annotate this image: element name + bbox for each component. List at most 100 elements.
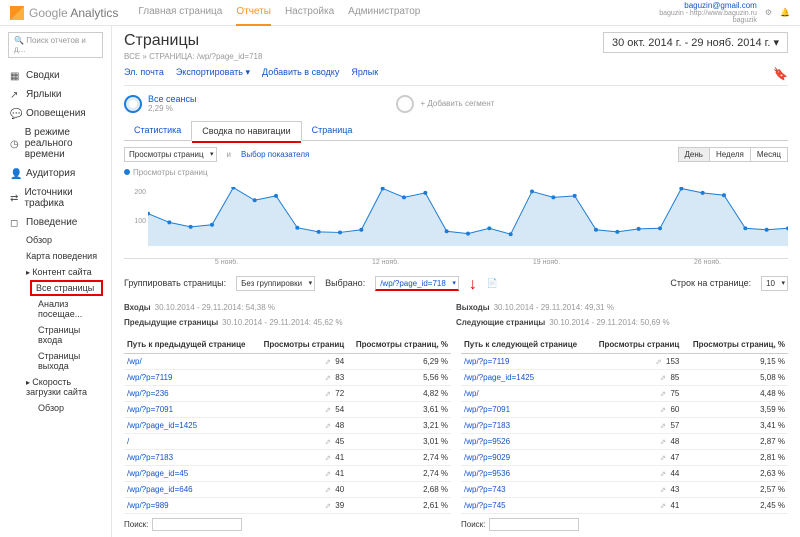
external-icon[interactable]: ⬀ xyxy=(660,375,666,382)
time-day[interactable]: День xyxy=(679,148,710,161)
tab-shortcut[interactable]: Ярлык xyxy=(351,67,378,81)
path-link[interactable]: /wp/?p=7119 xyxy=(124,370,256,386)
path-link[interactable]: /wp/?p=745 xyxy=(461,498,589,514)
external-icon[interactable]: ⬀ xyxy=(325,471,331,478)
next-search-input[interactable] xyxy=(489,518,579,531)
segment-circle-icon xyxy=(124,95,142,113)
external-icon[interactable]: ⬀ xyxy=(325,407,331,414)
sidebar-item[interactable]: ◻Поведение xyxy=(8,213,103,232)
external-icon[interactable]: ⬀ xyxy=(660,391,666,398)
rows-select[interactable]: 10 xyxy=(761,276,788,291)
external-icon[interactable]: ⬀ xyxy=(325,359,331,366)
time-month[interactable]: Месяц xyxy=(751,148,787,161)
tab-page[interactable]: Страница xyxy=(302,121,363,140)
path-link[interactable]: /wp/ xyxy=(461,386,589,402)
bell-icon[interactable]: 🔔 xyxy=(780,8,790,17)
path-link[interactable]: /wp/?page_id=646 xyxy=(124,482,256,498)
path-link[interactable]: /wp/?p=9536 xyxy=(461,466,589,482)
time-week[interactable]: Неделя xyxy=(710,148,751,161)
gear-icon[interactable]: ⚙ xyxy=(765,8,772,17)
prev-table-search: Поиск: xyxy=(124,518,451,531)
external-icon[interactable]: ⬀ xyxy=(660,471,666,478)
prev-search-input[interactable] xyxy=(152,518,242,531)
logo-text: Google Analytics xyxy=(29,6,118,20)
chart-legend: Просмотры страниц xyxy=(124,168,788,177)
path-link[interactable]: /wp/?p=989 xyxy=(124,498,256,514)
path-link[interactable]: /wp/?p=7183 xyxy=(124,450,256,466)
tab-export[interactable]: Экспортировать ▾ xyxy=(176,67,250,81)
tab-email[interactable]: Эл. почта xyxy=(124,67,164,81)
path-link[interactable]: / xyxy=(124,434,256,450)
external-icon[interactable]: ⬀ xyxy=(656,359,662,366)
sidebar-sub-item[interactable]: Страницы входа xyxy=(32,322,103,348)
path-link[interactable]: /wp/?page_id=1425 xyxy=(124,418,256,434)
logo[interactable]: Google Analytics xyxy=(10,6,118,20)
table-row: /wp/?page_id=1425⬀ 483,21 % xyxy=(124,418,451,434)
table-row: /wp/⬀ 754,48 % xyxy=(461,386,788,402)
chart-controls: Просмотры страниц и Выбор показателя Ден… xyxy=(124,147,788,162)
path-link[interactable]: /wp/?p=7183 xyxy=(461,418,589,434)
sidebar-sub-item[interactable]: Все страницы xyxy=(30,280,103,296)
sidebar-item[interactable]: ◷В режиме реального времени xyxy=(8,123,103,164)
external-icon[interactable]: ⬀ xyxy=(660,455,666,462)
nav-admin[interactable]: Администратор xyxy=(348,0,420,26)
path-link[interactable]: /wp/?page_id=1425 xyxy=(461,370,589,386)
sidebar-sub-item[interactable]: Страницы выхода xyxy=(32,348,103,374)
sidebar-label: Сводки xyxy=(26,70,60,81)
external-icon[interactable]: ⬀ xyxy=(325,375,331,382)
path-link[interactable]: /wp/?p=7091 xyxy=(124,402,256,418)
table-row: /⬀ 453,01 % xyxy=(124,434,451,450)
sidebar-sub-item[interactable]: Контент сайта xyxy=(20,264,103,280)
external-icon[interactable]: ⬀ xyxy=(660,423,666,430)
tab-statistics[interactable]: Статистика xyxy=(124,121,191,140)
segments-row: Все сеансы 2,29 % + Добавить сегмент xyxy=(124,94,788,113)
account-email[interactable]: baguzin@gmail.com xyxy=(659,1,757,10)
external-icon[interactable]: ⬀ xyxy=(325,455,331,462)
sidebar-item[interactable]: ⇄Источники трафика xyxy=(8,183,103,213)
y-tick: 200 xyxy=(134,189,146,196)
path-link[interactable]: /wp/?p=9526 xyxy=(461,434,589,450)
nav-reports[interactable]: Отчеты xyxy=(236,0,271,26)
segment-add-label: + Добавить сегмент xyxy=(420,99,494,108)
path-link[interactable]: /wp/?p=7119 xyxy=(461,354,589,370)
sidebar-sub-item[interactable]: Анализ посещае... xyxy=(32,296,103,322)
sidebar-item[interactable]: 👤Аудитория xyxy=(8,164,103,183)
group-select[interactable]: Без группировки xyxy=(236,276,315,291)
selected-page[interactable]: /wp/?page_id=718 xyxy=(375,276,459,291)
sidebar-search[interactable]: 🔍 Поиск отчетов и д... xyxy=(8,32,103,58)
external-icon[interactable]: ⬀ xyxy=(325,391,331,398)
external-icon[interactable]: ⬀ xyxy=(325,503,331,510)
tab-add-dashboard[interactable]: Добавить в сводку xyxy=(262,67,339,81)
table-row: /wp/?page_id=646⬀ 402,68 % xyxy=(124,482,451,498)
tab-nav-summary[interactable]: Сводка по навигации xyxy=(191,121,301,141)
external-icon[interactable]: ⬀ xyxy=(325,423,331,430)
path-link[interactable]: /wp/?p=236 xyxy=(124,386,256,402)
sidebar-sub-item[interactable]: Карта поведения xyxy=(20,248,103,264)
external-icon[interactable]: ⬀ xyxy=(660,487,666,494)
date-range-picker[interactable]: 30 окт. 2014 г. - 29 нояб. 2014 г. ▾ xyxy=(603,32,788,53)
path-link[interactable]: /wp/?page_id=45 xyxy=(124,466,256,482)
path-link[interactable]: /wp/?p=7091 xyxy=(461,402,589,418)
nav-home[interactable]: Главная страница xyxy=(138,0,222,26)
external-icon[interactable]: ⬀ xyxy=(325,439,331,446)
metric-select[interactable]: Просмотры страниц xyxy=(124,147,217,162)
top-nav: Главная страница Отчеты Настройка Админи… xyxy=(138,0,420,26)
sidebar-item[interactable]: ▦Сводки xyxy=(8,66,103,85)
segment-all-sessions[interactable]: Все сеансы 2,29 % xyxy=(124,94,196,113)
external-icon[interactable]: ⬀ xyxy=(325,487,331,494)
external-icon[interactable]: ⬀ xyxy=(660,503,666,510)
sidebar-sub-item[interactable]: Скорость загрузки сайта xyxy=(20,374,103,400)
compare-metric-link[interactable]: Выбор показателя xyxy=(241,150,309,159)
external-icon[interactable]: ⬀ xyxy=(660,407,666,414)
bookmark-icon[interactable]: 🔖 xyxy=(773,67,788,81)
sidebar-sub-item[interactable]: Обзор xyxy=(32,400,103,416)
sidebar-sub-item[interactable]: Обзор xyxy=(20,232,103,248)
path-link[interactable]: /wp/ xyxy=(124,354,256,370)
external-icon[interactable]: ⬀ xyxy=(660,439,666,446)
path-link[interactable]: /wp/?p=743 xyxy=(461,482,589,498)
nav-customize[interactable]: Настройка xyxy=(285,0,334,26)
path-link[interactable]: /wp/?p=9029 xyxy=(461,450,589,466)
sidebar-item[interactable]: ↗Ярлыки xyxy=(8,85,103,104)
segment-add[interactable]: + Добавить сегмент xyxy=(396,94,494,113)
sidebar-item[interactable]: 💬Оповещения xyxy=(8,104,103,123)
